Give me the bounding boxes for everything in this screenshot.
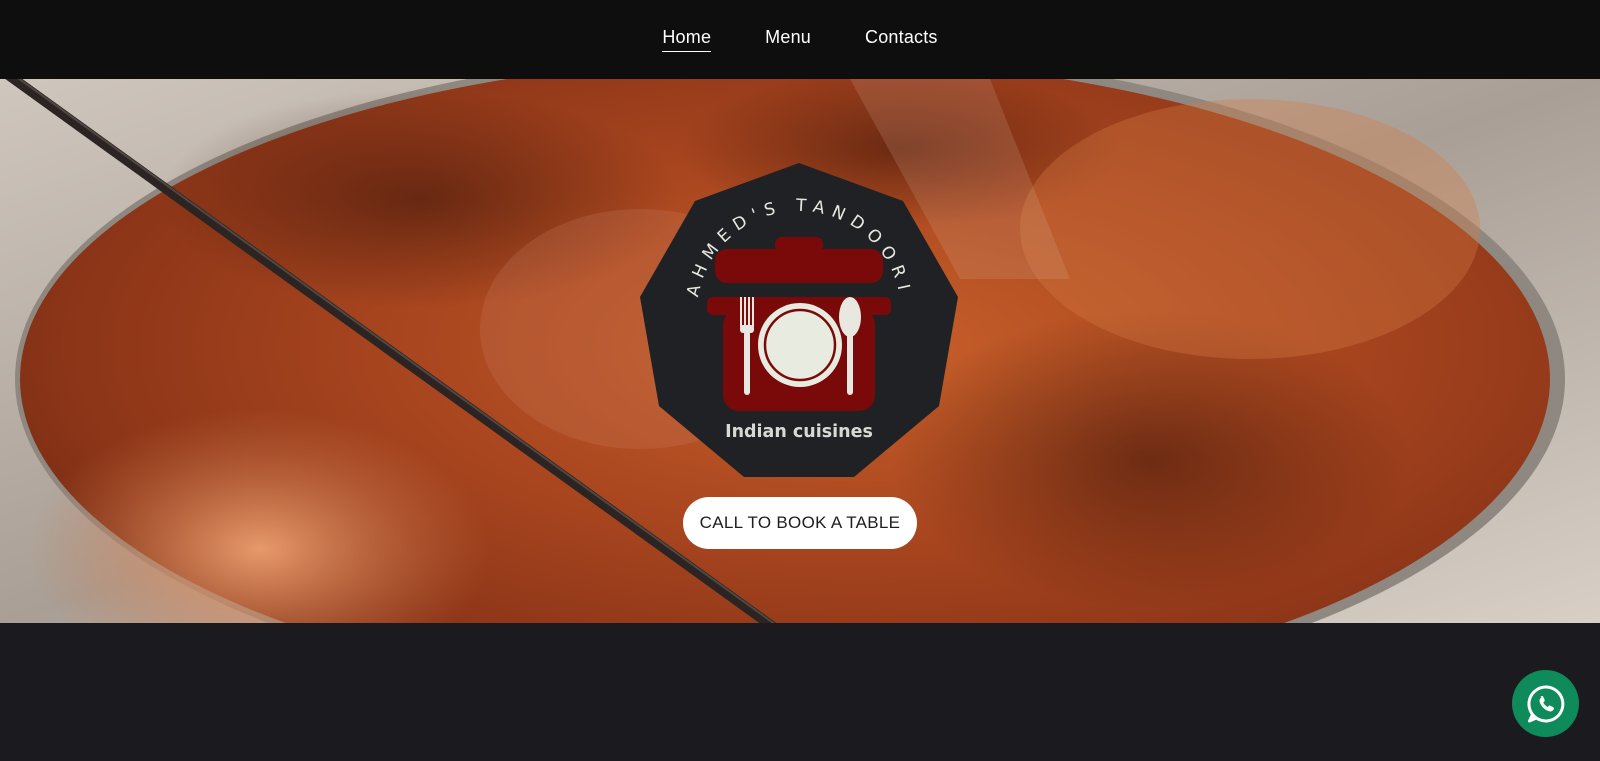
whatsapp-chat-button[interactable] xyxy=(1512,670,1579,737)
nav-contacts-link[interactable]: Contacts xyxy=(865,27,938,52)
nav-menu-link[interactable]: Menu xyxy=(765,27,811,52)
nav-home-link[interactable]: Home xyxy=(662,27,712,52)
whatsapp-icon xyxy=(1526,684,1564,722)
book-table-button[interactable]: CALL TO BOOK A TABLE xyxy=(683,497,917,549)
restaurant-logo: AHMED'S TANDOORI Indian cuisines xyxy=(640,163,958,477)
hero-banner: AHMED'S TANDOORI Indian cuisines CALL TO… xyxy=(0,79,1600,623)
logo-tagline: Indian cuisines xyxy=(725,422,873,442)
content-section xyxy=(0,623,1600,761)
plate-icon xyxy=(758,303,842,387)
top-navigation: Home Menu Contacts xyxy=(0,0,1600,79)
